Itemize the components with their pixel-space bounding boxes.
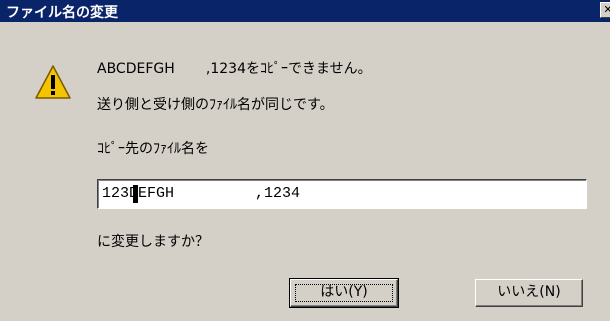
message-line-1: ABCDEFGH ,1234をｺﾋﾟｰできません。: [97, 61, 372, 77]
rename-dialog: ファイル名の変更 ✕ ABCDEFGH ,1234をｺﾋﾟｰできません。 送り側…: [0, 0, 610, 321]
window-title: ファイル名の変更: [6, 5, 118, 21]
rename-question: に変更しますか？: [97, 234, 209, 250]
no-button[interactable]: いいえ(N): [475, 279, 583, 307]
text-cursor: [133, 185, 138, 203]
focus-rect: [295, 284, 393, 302]
yes-button[interactable]: はい(Y): [289, 278, 399, 308]
filename-input[interactable]: 123DEFGH ,1234: [97, 179, 587, 209]
close-button[interactable]: ✕: [600, 2, 610, 18]
filename-input-value: 123DEFGH ,1234: [102, 185, 301, 202]
message-line-2: 送り側と受け側のﾌｧｲﾙ名が同じです。: [97, 97, 334, 113]
no-button-label: いいえ(N): [497, 284, 561, 300]
rename-prompt: ｺﾋﾟｰ先のﾌｧｲﾙ名を: [97, 141, 209, 157]
title-bar[interactable]: ファイル名の変更 ✕: [0, 0, 610, 22]
warning-icon: [35, 65, 71, 99]
close-icon: ✕: [603, 3, 610, 16]
